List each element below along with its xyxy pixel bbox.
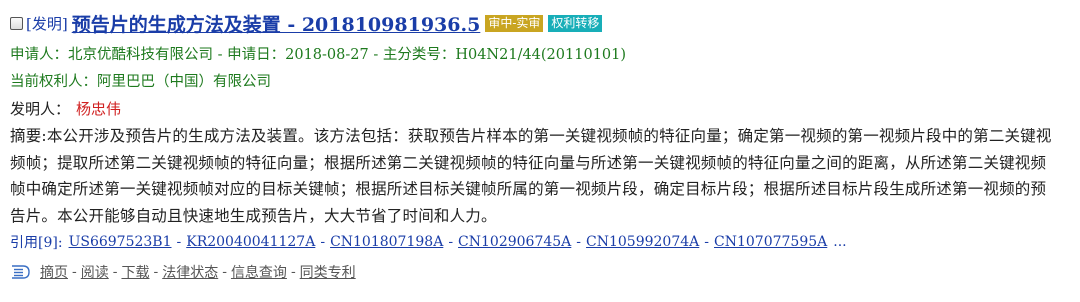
patent-title-link[interactable]: 预告片的生成方法及装置 - 201810981936.5 [72, 10, 481, 37]
patent-type-tag: [发明] [26, 14, 68, 33]
separator: - [576, 234, 582, 250]
current-owner-line: 当前权利人：阿里巴巴（中国）有限公司 [10, 74, 271, 90]
action-download[interactable]: 下载 [121, 262, 149, 282]
patent-result: [发明] 预告片的生成方法及装置 - 201810981936.5 审中-实审 … [0, 0, 1080, 287]
action-info-query[interactable]: 信息查询 [231, 262, 287, 282]
action-links-row: 摘页 - 阅读 - 下载 - 法律状态 - 信息查询 - 同类专利 [10, 257, 1074, 287]
menu-list-icon[interactable] [10, 263, 32, 281]
action-similar-patents[interactable]: 同类专利 [300, 262, 356, 282]
applicant-line: 申请人：北京优酷科技有限公司 - 申请日：2018-08-27 - 主分类号：H… [10, 47, 627, 63]
separator: - [112, 264, 118, 280]
title-row: [发明] 预告片的生成方法及装置 - 201810981936.5 审中-实审 … [10, 6, 1074, 40]
citation-link[interactable]: CN101807198A [330, 234, 443, 250]
inventor-name-link[interactable]: 杨忠伟 [76, 98, 121, 119]
action-read[interactable]: 阅读 [81, 262, 109, 282]
separator: - [153, 264, 159, 280]
citations-row: 引用[9]: US6697523B1- KR20040041127A - CN10… [10, 229, 1074, 255]
citation-link[interactable]: US6697523B1 [69, 234, 172, 250]
separator: - [320, 234, 326, 250]
citation-link[interactable]: CN105992074A [586, 234, 699, 250]
separator: - [448, 234, 454, 250]
inventor-label: 发明人： [10, 100, 71, 118]
abstract-text: 摘要:本公开涉及预告片的生成方法及装置。该方法包括：获取预告片样本的第一关键视频… [10, 127, 1052, 225]
citation-link[interactable]: CN102906745A [458, 234, 571, 250]
citation-link[interactable]: KR20040041127A [186, 234, 315, 250]
status-badge-transfer: 权利转移 [548, 14, 603, 32]
select-checkbox[interactable] [10, 16, 23, 30]
action-legal-status[interactable]: 法律状态 [162, 262, 218, 282]
inventor-line: 发明人： 杨忠伟 [10, 94, 1074, 123]
separator: - [290, 264, 296, 280]
separator: - [704, 234, 710, 250]
citations-more[interactable]: ... [833, 234, 846, 250]
action-summary-page[interactable]: 摘页 [40, 262, 68, 282]
separator: - [222, 264, 227, 280]
citation-link[interactable]: CN107077595A [714, 234, 827, 250]
citations-label: 引用[9]: [10, 235, 63, 251]
separator: - [176, 234, 182, 250]
status-badge-pending: 审中-实审 [485, 14, 544, 32]
separator: - [72, 264, 77, 280]
